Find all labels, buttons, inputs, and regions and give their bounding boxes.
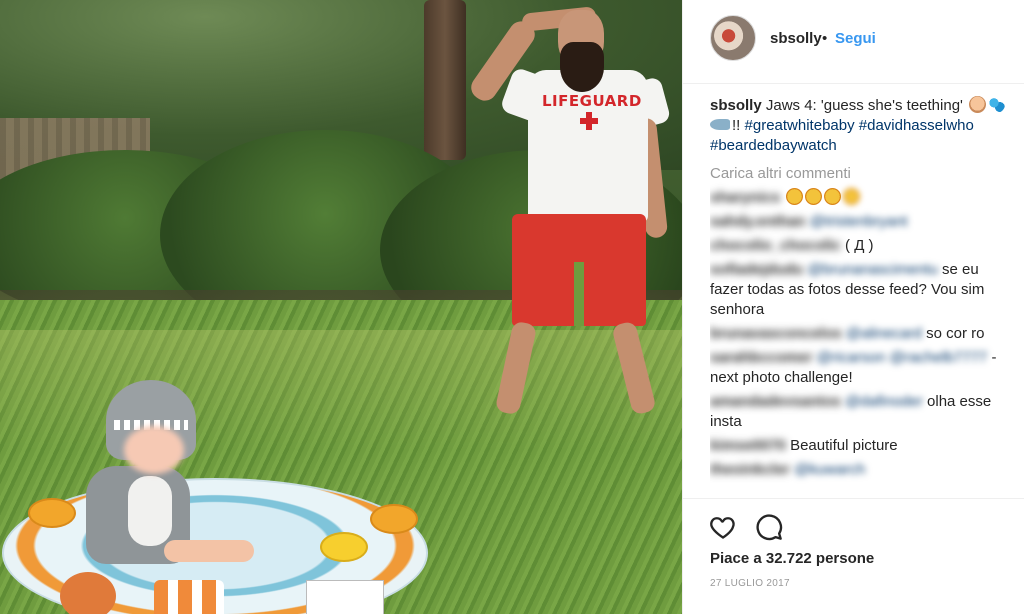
emoji-icon [843, 188, 861, 205]
likes-count[interactable]: Piace a 32.722 persone [710, 550, 874, 567]
post-date[interactable]: 27 LUGLIO 2017 [710, 578, 790, 589]
shark-emoji-icon [710, 119, 730, 130]
baby-legs [164, 540, 254, 562]
post-header: sbsolly • Segui [683, 0, 1024, 84]
load-more-comments-button[interactable]: Carica altri commenti [710, 164, 1010, 184]
comment-username[interactable]: theoinkcler [710, 461, 790, 478]
comment: sofiadejdudu @brunanascimentu se eu faze… [710, 260, 1010, 320]
comment-username[interactable]: chocolio_chocolic [710, 237, 841, 254]
caption-username[interactable]: sbsolly [710, 97, 762, 114]
comment-username[interactable]: kimse0070 [710, 437, 786, 454]
comment-mention[interactable]: @tristenbryant [810, 213, 908, 230]
droplets-emoji-icon [988, 96, 1006, 113]
heart-icon[interactable] [709, 513, 737, 541]
comment-mention[interactable]: @ricarson @rachelb7777 [817, 349, 988, 366]
shirt-logo: LIFEGUARD [542, 92, 642, 110]
post-sidebar: sbsolly • Segui sbsolly Jaws 4: 'guess s… [682, 0, 1024, 614]
caption-text: Jaws 4: 'guess she's teething' [765, 97, 963, 114]
tree-trunk [424, 0, 466, 160]
comment-mention[interactable]: @brunanascimentu [808, 261, 938, 278]
post-actions: Piace a 32.722 persone 27 LUGLIO 2017 [683, 498, 1024, 614]
heart-eyes-emoji-icon [824, 188, 842, 205]
leg [494, 320, 538, 416]
comment-username[interactable]: sahdy.enthan [710, 213, 806, 230]
red-cross-icon [580, 112, 598, 130]
comment-text: ( Д ) [845, 237, 874, 254]
leg [611, 320, 657, 416]
comment-mention[interactable]: @kuwarch [794, 461, 865, 478]
comment: brunavasconcelos @alinecard so cor ro [710, 324, 1010, 344]
shark-costume-belly [128, 476, 172, 546]
comment: kimse0070 Beautiful picture [710, 436, 1010, 456]
pool-handle [320, 532, 368, 562]
hashtag[interactable]: #davidhasselwho [859, 117, 974, 134]
baby-emoji-icon [969, 96, 987, 113]
pool-label [306, 580, 384, 614]
header-username[interactable]: sbsolly [770, 30, 822, 47]
comment-username[interactable]: sharynics [710, 189, 780, 206]
comment-bubble-icon[interactable] [755, 513, 783, 541]
caption: sbsolly Jaws 4: 'guess she's teething' !… [710, 96, 1010, 156]
blurred-face [124, 426, 184, 474]
legs-gap [574, 262, 584, 326]
comments-list[interactable]: sbsolly Jaws 4: 'guess she's teething' !… [710, 96, 1010, 498]
baby-in-shark-costume [84, 380, 254, 580]
comment: chocolio_chocolic ( Д ) [710, 236, 1010, 256]
hashtag[interactable]: #beardedbaywatch [710, 137, 837, 154]
comment: amandadevsantos @dafinoder olha esse ins… [710, 392, 1010, 432]
hashtag[interactable]: #greatwhitebaby [745, 117, 855, 134]
comment-text: so cor ro [926, 325, 985, 342]
comment-mention[interactable]: @dafinoder [845, 393, 923, 410]
comment-username[interactable]: sofiadejdudu [710, 261, 803, 278]
comment-username[interactable]: brunavasconcelos [710, 325, 842, 342]
comment-username[interactable]: amandadevsantos [710, 393, 841, 410]
comment: sahdy.enthan @tristenbryant [710, 212, 1010, 232]
lifeguard-man: LIFEGUARD [466, 0, 682, 430]
caption-exclamation: !! [732, 117, 741, 134]
beard [560, 42, 604, 92]
comment: sharynics [710, 188, 1010, 208]
comment-username[interactable]: sarahbccomer [710, 349, 813, 366]
pool-stripes [154, 580, 224, 614]
pool-handle [370, 504, 418, 534]
avatar[interactable] [710, 15, 756, 61]
heart-eyes-emoji-icon [805, 188, 823, 205]
follow-button[interactable]: Segui [835, 30, 876, 47]
post-photo[interactable]: LIFEGUARD [0, 0, 682, 614]
pool-handle [28, 498, 76, 528]
comment-text: Beautiful picture [790, 437, 898, 454]
comment: sarahbccomer @ricarson @rachelb7777 - ne… [710, 348, 1010, 388]
comment: theoinkcler @kuwarch [710, 460, 1010, 480]
separator-dot: • [822, 30, 828, 47]
comment-mention[interactable]: @alinecard [846, 325, 922, 342]
heart-eyes-emoji-icon [786, 188, 804, 205]
